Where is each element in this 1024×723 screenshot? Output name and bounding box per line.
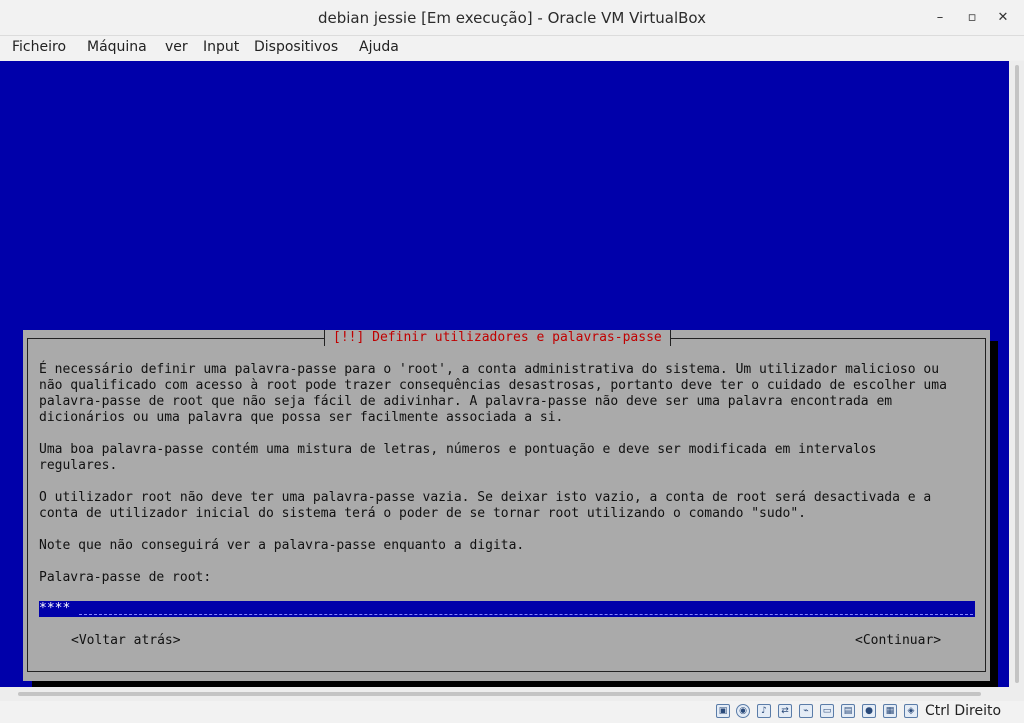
shared-folders-icon[interactable]: ▭ — [820, 704, 834, 718]
menu-item-input[interactable]: Input — [203, 39, 239, 55]
optical-drive-icon[interactable]: ◉ — [736, 704, 750, 718]
paragraph-line: não qualificado com acesso à root pode t… — [39, 378, 947, 393]
horizontal-scrollbar[interactable] — [0, 687, 1024, 701]
password-field-underline — [79, 614, 973, 615]
window-title: debian jessie [Em execução] - Oracle VM … — [317, 9, 707, 27]
menu-item-ficheiro[interactable]: Ficheiro — [12, 39, 66, 55]
paragraph-line: Note que não conseguirá ver a palavra-pa… — [39, 538, 525, 553]
hard-disk-icon[interactable]: ▣ — [716, 704, 730, 718]
dialog-title: [!!] Definir utilizadores e palavras-pas… — [324, 330, 671, 346]
vm-display[interactable]: [!!] Definir utilizadores e palavras-pas… — [0, 61, 1009, 687]
host-key-label: Ctrl Direito — [925, 703, 1002, 719]
menu-item-ajuda[interactable]: Ajuda — [359, 39, 399, 55]
horizontal-scroll-thumb[interactable] — [18, 692, 981, 696]
vertical-scrollbar[interactable] — [1009, 61, 1024, 687]
root-password-input[interactable]: **** — [39, 601, 975, 617]
title-bar[interactable]: debian jessie [Em execução] - Oracle VM … — [0, 0, 1024, 36]
vertical-scroll-thumb[interactable] — [1015, 65, 1019, 683]
display-icon[interactable]: ▤ — [841, 704, 855, 718]
paragraph-line: O utilizador root não deve ter uma palav… — [39, 490, 932, 505]
paragraph-line: Uma boa palavra-passe contém uma mistura… — [39, 442, 877, 457]
status-bar: ▣ ◉ ♪ ⇄ ⌁ ▭ ▤ ● ▦ ◈ Ctrl Direito — [0, 701, 1024, 723]
minimize-button[interactable]: – — [932, 10, 948, 26]
password-label: Palavra-passe de root: — [39, 570, 212, 585]
menu-item-dispositivos[interactable]: Dispositivos — [254, 39, 338, 55]
menu-item-maquina[interactable]: Máquina — [87, 39, 147, 55]
cpu-icon[interactable]: ▦ — [883, 704, 897, 718]
audio-icon[interactable]: ♪ — [757, 704, 771, 718]
paragraph-line: conta de utilizador inicial do sistema t… — [39, 506, 807, 521]
usb-icon[interactable]: ⌁ — [799, 704, 813, 718]
password-mask: **** — [39, 601, 71, 616]
mouse-integration-icon[interactable]: ◈ — [904, 704, 918, 718]
installer-dialog: [!!] Definir utilizadores e palavras-pas… — [23, 330, 990, 681]
paragraph-line: dicionários ou uma palavra que possa ser… — [39, 410, 564, 425]
menu-bar: Ficheiro Máquina ver Input Dispositivos … — [0, 36, 1024, 60]
network-icon[interactable]: ⇄ — [778, 704, 792, 718]
back-button[interactable]: <Voltar atrás> — [71, 633, 181, 649]
menu-item-ver[interactable]: ver — [165, 39, 188, 55]
close-button[interactable]: ✕ — [995, 10, 1011, 26]
maximize-button[interactable]: ▫ — [964, 10, 980, 26]
paragraph-line: palavra-passe de root que não seja fácil… — [39, 394, 893, 409]
video-capture-icon[interactable]: ● — [862, 704, 876, 718]
continue-button[interactable]: <Continuar> — [855, 633, 941, 649]
paragraph-line: regulares. — [39, 458, 118, 473]
paragraph-line: É necessário definir uma palavra-passe p… — [39, 362, 940, 377]
